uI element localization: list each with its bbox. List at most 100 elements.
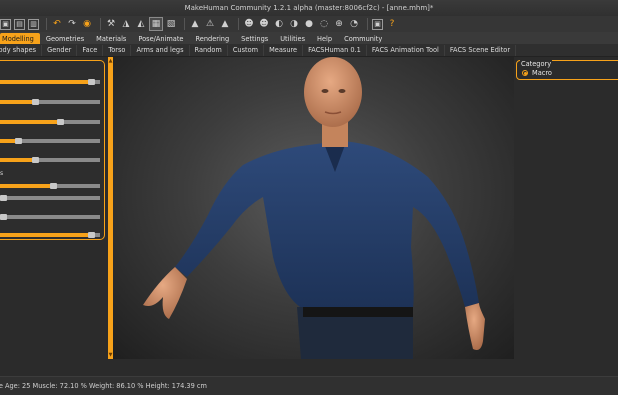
right-hand [465, 303, 485, 350]
slider-handle[interactable] [88, 79, 95, 85]
reset-icon[interactable]: ◉ [81, 18, 93, 30]
slider-asian[interactable] [0, 212, 100, 220]
grid-icon[interactable]: ▦ [149, 17, 163, 31]
subtab-custom[interactable]: Custom [228, 44, 265, 56]
subtab-torso[interactable]: Torso [103, 44, 132, 56]
tab-geometries[interactable]: Geometries [40, 33, 90, 44]
slider-handle[interactable] [0, 214, 7, 220]
tab-help[interactable]: Help [311, 33, 338, 44]
subtab-facs-scene-editor[interactable]: FACS Scene Editor [445, 44, 517, 56]
export-icon[interactable]: ▥ [28, 18, 39, 30]
reset-camera-icon[interactable]: ◌ [318, 18, 330, 30]
bottom-spacer [0, 359, 618, 376]
slider-height[interactable] [0, 155, 100, 163]
subtab-measure[interactable]: Measure [264, 44, 304, 56]
background-icon[interactable]: ⚠ [204, 18, 216, 30]
slider-age[interactable] [0, 97, 100, 105]
subtab-facshuman[interactable]: FACSHuman 0.1 [303, 44, 367, 56]
slider-fill [0, 80, 91, 84]
window-titlebar: MakeHuman Community 1.2.1 alpha (master:… [0, 0, 618, 16]
category-group: Category Macro [516, 60, 618, 80]
tab-settings[interactable]: Settings [235, 33, 274, 44]
smooth-icon[interactable]: ◮ [120, 18, 132, 30]
shirt [175, 141, 479, 309]
slider-african[interactable] [0, 193, 100, 201]
eye [338, 89, 346, 93]
tab-rendering[interactable]: Rendering [190, 33, 236, 44]
3d-viewport[interactable] [113, 57, 514, 359]
slider-handle[interactable] [15, 138, 22, 144]
toolbar-separator [46, 18, 47, 30]
right-view-icon[interactable]: ◐ [273, 18, 285, 30]
slider-track[interactable] [0, 232, 100, 238]
slider-track[interactable] [0, 214, 100, 220]
front-view-icon[interactable]: ▲ [219, 18, 231, 30]
left-view-icon[interactable]: ☻ [258, 18, 270, 30]
slider-muscle[interactable] [0, 117, 100, 125]
toolbar-separator [100, 18, 101, 30]
left-hand [143, 267, 187, 319]
slider-gender[interactable] [0, 77, 100, 85]
bottom-view-icon[interactable]: ● [303, 18, 315, 30]
belt [303, 307, 413, 317]
slider-handle[interactable] [32, 157, 39, 163]
slider-fill [0, 184, 53, 188]
slider-track[interactable] [0, 99, 100, 105]
toolbar-separator [367, 18, 368, 30]
subtab-arms-and-legs[interactable]: Arms and legs [131, 44, 190, 56]
tab-utilities[interactable]: Utilities [274, 33, 311, 44]
subtab-facs-animation-tool[interactable]: FACS Animation Tool [367, 44, 445, 56]
slider-track[interactable] [0, 79, 100, 85]
toolbar-separator [238, 18, 239, 30]
help-icon[interactable]: ? [386, 18, 398, 30]
slider-handle[interactable] [57, 119, 64, 125]
radio-label-macro[interactable]: Macro [532, 69, 552, 77]
slider-track[interactable] [0, 119, 100, 125]
slider-handle[interactable] [32, 99, 39, 105]
tab-pose-animate[interactable]: Pose/Animate [132, 33, 189, 44]
pose-icon[interactable]: ▧ [165, 18, 177, 30]
eye [321, 89, 329, 93]
slider-handle[interactable] [0, 195, 7, 201]
slider-caucasian[interactable] [0, 230, 100, 238]
tab-modelling[interactable]: Modelling [0, 33, 40, 44]
tab-materials[interactable]: Materials [90, 33, 132, 44]
slider-track[interactable] [0, 183, 100, 189]
toolbar-separator [184, 18, 185, 30]
head [304, 57, 362, 127]
wireframe-icon[interactable]: ⚒ [105, 18, 117, 30]
slider-track[interactable] [0, 157, 100, 163]
slider-proportions[interactable]: s [0, 170, 100, 189]
redo-icon[interactable]: ↷ [66, 18, 78, 30]
slider-weight[interactable] [0, 136, 100, 144]
subtab-face[interactable]: Face [77, 44, 104, 56]
toolbar: ▣ ▤ ▥ ↶ ↷ ◉ ⚒ ◮ ◭ ▦ ▧ ▲ ⚠ ▲ ☻ ☻ ◐ ◑ ● ◌ … [0, 16, 618, 32]
subtab-body-shapes[interactable]: Body shapes [0, 44, 43, 56]
slider-fill [0, 158, 35, 162]
screenshot-icon[interactable]: ▣ [372, 18, 383, 30]
radio-macro[interactable] [522, 70, 528, 76]
radio-selected-dot [523, 71, 527, 75]
tab-community[interactable]: Community [338, 33, 388, 44]
subdivide-icon[interactable]: ◭ [135, 18, 147, 30]
select-icon[interactable]: ◔ [348, 18, 360, 30]
back-view-icon[interactable]: ☻ [243, 18, 255, 30]
slider-track[interactable] [0, 138, 100, 144]
subtab-gender[interactable]: Gender [42, 44, 78, 56]
undo-icon[interactable]: ↶ [51, 18, 63, 30]
rotate-icon[interactable]: ⊕ [333, 18, 345, 30]
folder-open-icon[interactable]: ▤ [14, 18, 25, 30]
slider-fill [0, 100, 35, 104]
main-tab-bar: Modelling Geometries Materials Pose/Anim… [0, 32, 618, 44]
slider-fill [0, 120, 60, 124]
subtab-random[interactable]: Random [190, 44, 228, 56]
category-title: Category [520, 60, 553, 68]
skeleton-icon[interactable]: ▲ [189, 18, 201, 30]
window-title: MakeHuman Community 1.2.1 alpha (master:… [184, 4, 434, 12]
slider-handle[interactable] [88, 232, 95, 238]
slider-handle[interactable] [50, 183, 57, 189]
top-view-icon[interactable]: ◑ [288, 18, 300, 30]
slider-track[interactable] [0, 195, 100, 201]
folder-save-icon[interactable]: ▣ [0, 18, 11, 30]
category-panel: Category Macro [514, 58, 618, 359]
